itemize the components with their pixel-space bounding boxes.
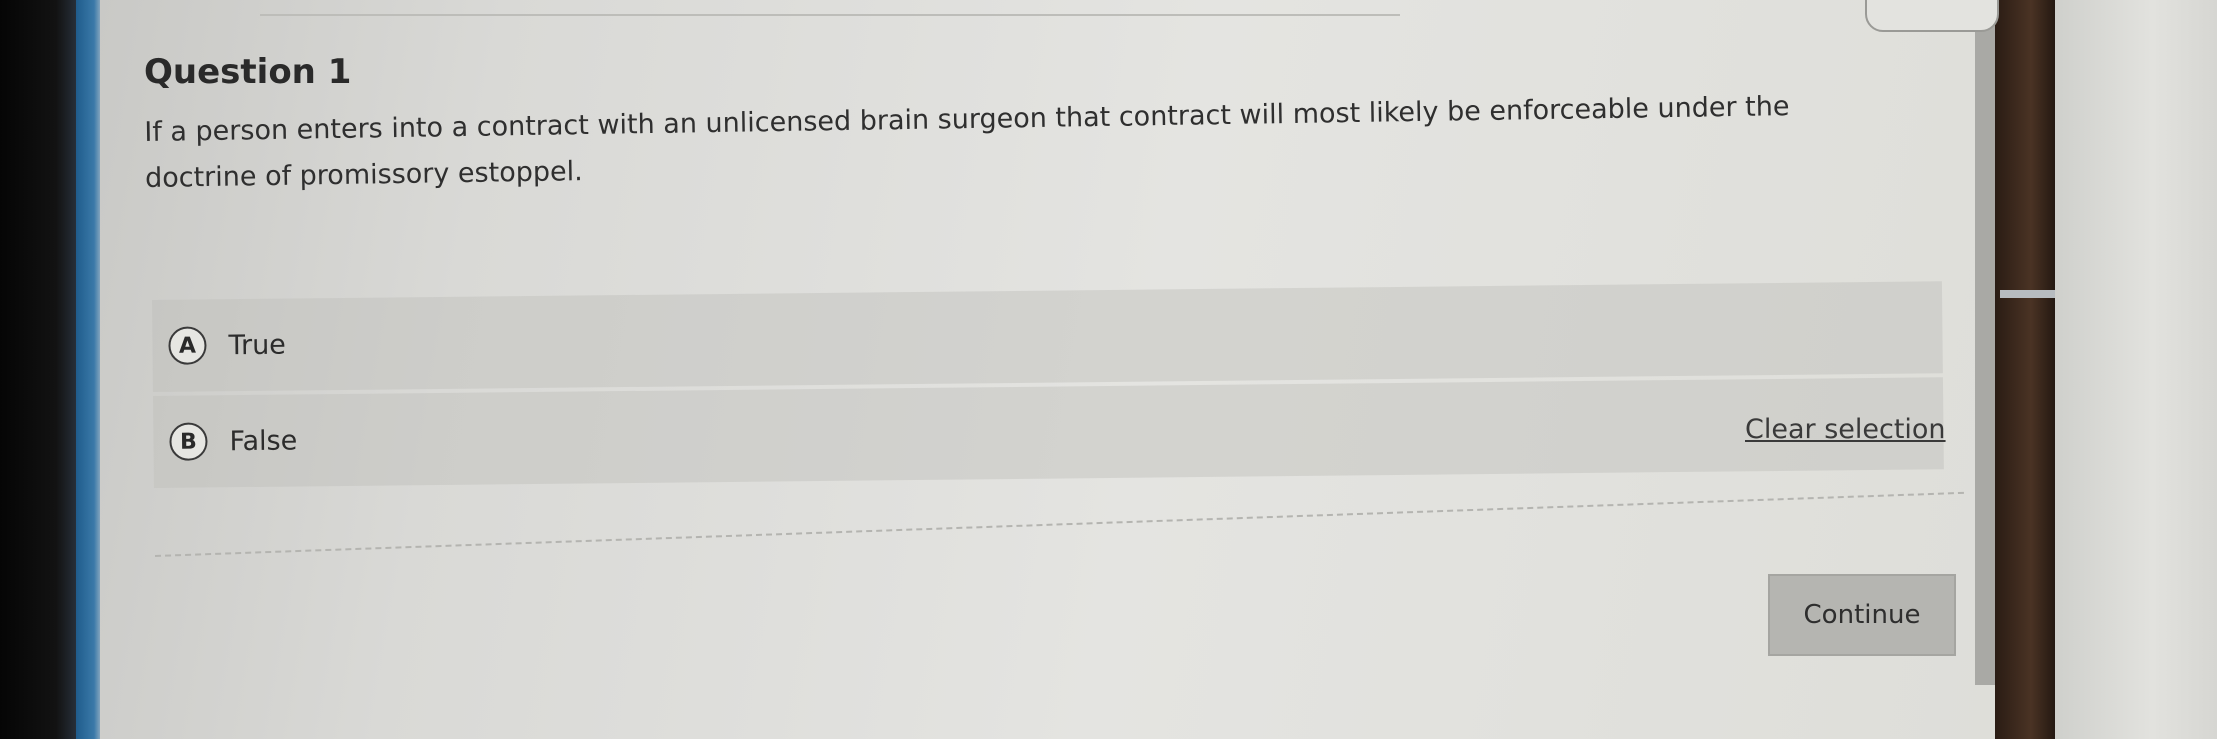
answer-letter-a: A [168,326,207,365]
question-card: Question 1 If a person enters into a con… [120,0,1999,739]
answer-list: A True B False [152,281,1944,492]
device-bezel-right [1995,0,2055,739]
answer-option-true[interactable]: A True [152,281,1943,392]
question-text: If a person enters into a contract with … [144,91,1790,194]
device-bezel-left [0,0,80,739]
question-title: Question 1 [144,52,352,92]
top-divider [260,14,1400,16]
background-surface [2055,0,2217,739]
clear-selection-link[interactable]: Clear selection [1745,414,1946,445]
bezel-highlight [2000,290,2058,298]
scrollbar[interactable] [1975,0,1997,685]
continue-button[interactable]: Continue [1768,574,1956,656]
answer-option-false[interactable]: B False [153,377,1944,488]
answer-label-false: False [229,424,298,457]
section-divider [155,491,1964,557]
points-badge [1865,0,1999,32]
answer-label-true: True [228,329,286,361]
answer-letter-b: B [169,422,208,461]
